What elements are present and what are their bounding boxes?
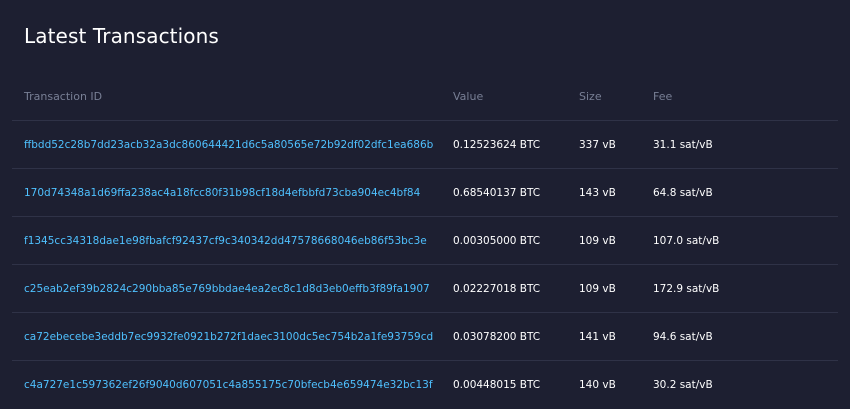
transaction-id-link[interactable]: f1345cc34318dae1e98fbafcf92437cf9c340342… <box>12 216 441 265</box>
transaction-size: 143 vB <box>567 168 641 217</box>
transaction-fee: 94.6 sat/vB <box>641 312 838 361</box>
column-header-fee: Fee <box>653 89 673 103</box>
transaction-id-link[interactable]: ca72ebecebe3eddb7ec9932fe0921b272f1daec3… <box>12 312 441 361</box>
table-header-row: Transaction ID Value Size Fee <box>12 72 838 121</box>
panel-title: Latest Transactions <box>24 24 219 48</box>
transaction-value: 0.12523624 BTC <box>441 120 567 169</box>
table-row: c25eab2ef39b2824c290bba85e769bbdae4ea2ec… <box>12 264 838 313</box>
transaction-fee: 30.2 sat/vB <box>641 360 838 408</box>
column-header-size: Size <box>579 89 602 103</box>
table-row: ca72ebecebe3eddb7ec9932fe0921b272f1daec3… <box>12 312 838 361</box>
table-row: f1345cc34318dae1e98fbafcf92437cf9c340342… <box>12 216 838 265</box>
transaction-fee: 64.8 sat/vB <box>641 168 838 217</box>
transaction-fee: 107.0 sat/vB <box>641 216 838 265</box>
transactions-table: Transaction ID Value Size Fee ffbdd52c28… <box>12 72 838 408</box>
transaction-size: 109 vB <box>567 264 641 313</box>
transaction-id-link[interactable]: ffbdd52c28b7dd23acb32a3dc860644421d6c5a8… <box>12 120 441 169</box>
transaction-size: 337 vB <box>567 120 641 169</box>
transaction-id-link[interactable]: c4a727e1c597362ef26f9040d607051c4a855175… <box>12 360 441 408</box>
transaction-value: 0.02227018 BTC <box>441 264 567 313</box>
transaction-size: 140 vB <box>567 360 641 408</box>
transaction-size: 141 vB <box>567 312 641 361</box>
transaction-id-link[interactable]: c25eab2ef39b2824c290bba85e769bbdae4ea2ec… <box>12 264 441 313</box>
table-row: c4a727e1c597362ef26f9040d607051c4a855175… <box>12 360 838 408</box>
transaction-value: 0.03078200 BTC <box>441 312 567 361</box>
table-row: 170d74348a1d69ffa238ac4a18fcc80f31b98cf1… <box>12 168 838 217</box>
transaction-fee: 172.9 sat/vB <box>641 264 838 313</box>
transaction-value: 0.00448015 BTC <box>441 360 567 408</box>
table-row: ffbdd52c28b7dd23acb32a3dc860644421d6c5a8… <box>12 120 838 169</box>
latest-transactions-panel: Latest Transactions Transaction ID Value… <box>0 0 850 409</box>
column-header-txid: Transaction ID <box>24 89 103 103</box>
transaction-id-link[interactable]: 170d74348a1d69ffa238ac4a18fcc80f31b98cf1… <box>12 168 441 217</box>
column-header-value: Value <box>453 89 484 103</box>
transaction-value: 0.68540137 BTC <box>441 168 567 217</box>
transaction-value: 0.00305000 BTC <box>441 216 567 265</box>
transaction-size: 109 vB <box>567 216 641 265</box>
transaction-fee: 31.1 sat/vB <box>641 120 838 169</box>
